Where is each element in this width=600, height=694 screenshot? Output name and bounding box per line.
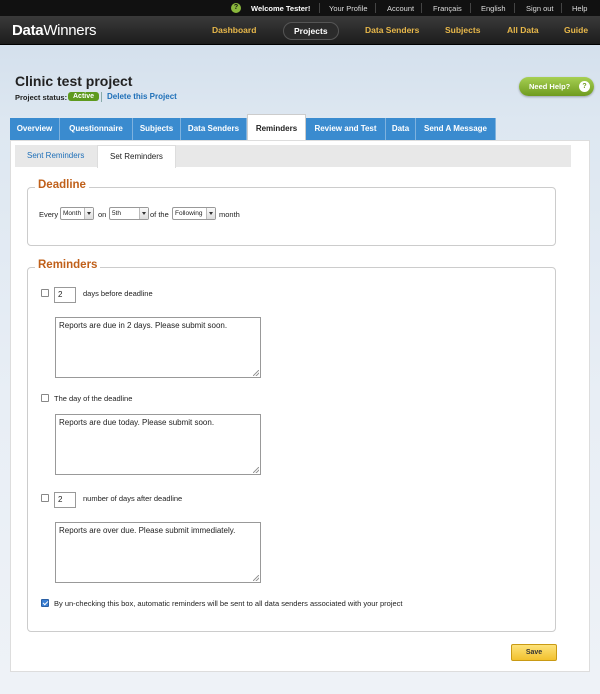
days-before-message-text: Reports are due in 2 days. Please submit… (59, 321, 228, 330)
tab-data-senders[interactable]: Data Senders (181, 118, 247, 140)
nav-all-data[interactable]: All Data (507, 25, 539, 35)
tab-review-and-test[interactable]: Review and Test (306, 118, 386, 140)
help-link[interactable]: Help (572, 4, 587, 13)
deadline-day-label: The day of the deadline (54, 394, 133, 403)
main-nav: DataWinners Dashboard Projects Data Send… (0, 16, 600, 45)
subtab-set-reminders[interactable]: Set Reminders (97, 145, 176, 168)
deadline-legend: Deadline (35, 179, 89, 191)
frequency-select[interactable]: Month (60, 207, 94, 220)
nav-dashboard[interactable]: Dashboard (212, 25, 256, 35)
your-profile-link[interactable]: Your Profile (329, 4, 368, 13)
nav-guide[interactable]: Guide (564, 25, 588, 35)
month-relation-select[interactable]: Following (172, 207, 216, 220)
english-link[interactable]: English (481, 4, 506, 13)
project-status-label: Project status: (15, 93, 68, 102)
divider (421, 3, 422, 13)
nav-projects[interactable]: Projects (283, 22, 339, 40)
need-help-button[interactable]: Need Help? ? (519, 77, 594, 96)
month-label: month (219, 210, 240, 219)
top-bar: ? Welcome Tester! Your Profile Account F… (0, 0, 600, 16)
resize-handle[interactable] (253, 467, 259, 473)
status-badge: Active (68, 92, 100, 101)
chevron-down-icon (139, 208, 148, 219)
month-relation-value: Following (175, 210, 203, 217)
deadline-day-checkbox[interactable] (41, 394, 49, 402)
tab-data[interactable]: Data (386, 118, 416, 140)
day-value: 5th (112, 210, 122, 217)
resize-handle[interactable] (253, 370, 259, 376)
tab-send-a-message[interactable]: Send A Message (416, 118, 496, 140)
divider (101, 92, 102, 102)
days-after-checkbox[interactable] (41, 494, 49, 502)
on-label: on (98, 210, 107, 219)
welcome-text: Welcome Tester! (251, 4, 311, 13)
divider (470, 3, 471, 13)
divider (514, 3, 515, 13)
tab-questionnaire[interactable]: Questionnaire (60, 118, 133, 140)
days-before-input[interactable]: 2 (54, 287, 76, 303)
divider (561, 3, 562, 13)
days-before-message[interactable]: Reports are due in 2 days. Please submit… (55, 317, 261, 378)
project-title: Clinic test project (15, 73, 133, 89)
save-button[interactable]: Save (511, 644, 557, 661)
tab-subjects[interactable]: Subjects (133, 118, 181, 140)
reminders-panel: Sent Reminders Set Reminders Deadline Ev… (10, 140, 590, 672)
subtab-sent-reminders[interactable]: Sent Reminders (27, 151, 84, 160)
days-after-label: number of days after deadline (83, 494, 183, 503)
nav-subjects[interactable]: Subjects (445, 25, 480, 35)
days-before-checkbox[interactable] (41, 289, 49, 297)
help-icon[interactable]: ? (231, 3, 241, 13)
divider (319, 3, 320, 13)
chevron-down-icon (84, 208, 93, 219)
of-the-label: of the (150, 210, 169, 219)
all-senders-checkbox[interactable] (41, 599, 49, 607)
days-after-input[interactable]: 2 (54, 492, 76, 508)
account-link[interactable]: Account (387, 4, 414, 13)
days-after-message[interactable]: Reports are over due. Please submit imme… (55, 522, 261, 583)
reminder-subtabs: Sent Reminders Set Reminders (15, 145, 571, 168)
frequency-value: Month (63, 210, 82, 217)
divider (375, 3, 376, 13)
question-icon: ? (579, 81, 590, 92)
days-before-label: days before deadline (83, 289, 153, 298)
deadline-day-message-text: Reports are due today. Please submit soo… (59, 418, 215, 427)
reminders-legend: Reminders (35, 259, 101, 271)
resize-handle[interactable] (253, 575, 259, 581)
french-link[interactable]: Français (433, 4, 462, 13)
sign-out-link[interactable]: Sign out (526, 4, 554, 13)
day-select[interactable]: 5th (109, 207, 149, 220)
chevron-down-icon (206, 208, 215, 219)
days-after-message-text: Reports are over due. Please submit imme… (59, 526, 236, 535)
deadline-section (27, 187, 556, 246)
delete-project-link[interactable]: Delete this Project (107, 92, 177, 101)
need-help-label: Need Help? (529, 82, 571, 91)
all-senders-label: By un-checking this box, automatic remin… (54, 599, 403, 608)
datawinners-logo[interactable]: DataWinners (12, 22, 97, 39)
tab-overview[interactable]: Overview (10, 118, 60, 140)
nav-data-senders[interactable]: Data Senders (365, 25, 419, 35)
tab-reminders[interactable]: Reminders (247, 114, 306, 140)
deadline-day-message[interactable]: Reports are due today. Please submit soo… (55, 414, 261, 475)
every-label: Every (39, 210, 59, 219)
